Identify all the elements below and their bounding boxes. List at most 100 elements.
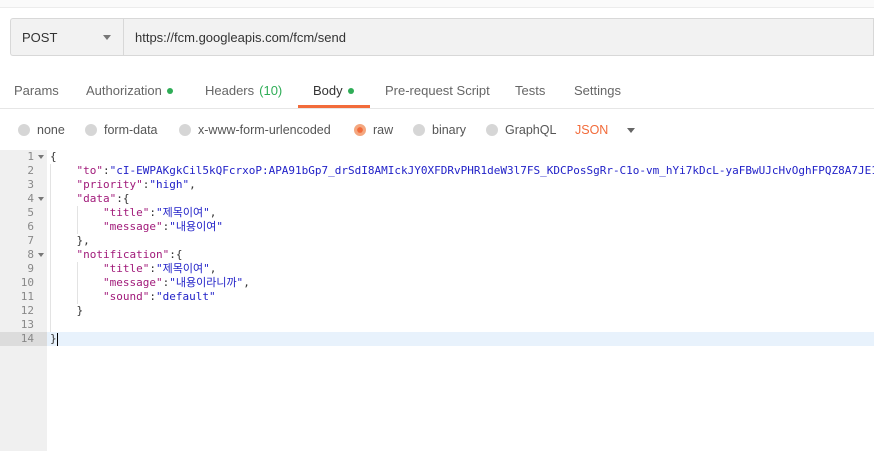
radio-form-data[interactable]: form-data [85,116,158,144]
code-text: "message":"내용이여" [102,220,223,233]
fold-caret-icon[interactable] [38,197,44,201]
line-number: 4 [0,192,47,206]
code-line: 4 "data":{ [0,192,874,206]
code-editor[interactable]: 1 { 2 "to":"cI-EWPAKgkCil5kQFcrxoP:APA91… [0,150,874,451]
radio-none[interactable]: none [18,116,65,144]
active-tab-indicator [298,105,370,108]
code-line: 6 "message":"내용이여" [0,220,874,234]
line-number: 7 [27,234,34,247]
body-type-options: none form-data x-www-form-urlencoded raw… [0,116,874,144]
text-cursor [57,333,58,346]
radio-icon [179,124,191,136]
tab-label: Params [14,83,59,98]
code-line: 11 "sound":"default" [0,290,874,304]
option-label: form-data [104,123,158,137]
top-strip [0,0,874,8]
radio-binary[interactable]: binary [413,116,466,144]
status-dot-icon [347,87,354,94]
json-value: "제목이여" [155,262,210,275]
json-key: "message" [102,220,163,233]
line-number: 11 [20,290,34,303]
status-dot-icon [166,87,173,94]
line-number: 3 [27,178,34,191]
tab-label: Body [313,83,343,98]
fold-caret-icon[interactable] [38,155,44,159]
tab-authorization[interactable]: Authorization [86,75,173,108]
json-key: "notification" [76,248,170,261]
radio-selected-icon [354,124,366,136]
code-line: 7 }, [0,234,874,248]
json-key: "sound" [102,290,150,303]
code-text: "title":"제목이여", [102,206,217,219]
option-label: x-www-form-urlencoded [198,123,331,137]
json-value: "high" [149,178,190,191]
json-key: "title" [102,262,150,275]
line-number: 12 [20,304,34,317]
radio-graphql[interactable]: GraphQL [486,116,556,144]
tab-label: Authorization [86,83,162,98]
tab-pre-request-script[interactable]: Pre-request Script [385,75,490,108]
tab-label: Tests [515,83,546,98]
radio-icon [85,124,97,136]
code-text: "priority":"high", [76,178,196,191]
line-number: 5 [27,206,34,219]
code-line: 9 "title":"제목이여", [0,262,874,276]
code-line: 2 "to":"cI-EWPAKgkCil5kQFcrxoP:APA91bGp7… [0,164,874,178]
code-text: } [76,304,84,317]
tab-label: Headers [205,83,255,98]
radio-raw[interactable]: raw [354,116,393,144]
line-number: 2 [27,164,34,177]
tab-settings[interactable]: Settings [574,75,621,108]
url-input[interactable]: https://fcm.googleapis.com/fcm/send [123,18,874,56]
line-number: 9 [27,262,34,275]
code-text: "data":{ [76,192,130,205]
code-line: 8 "notification":{ [0,248,874,262]
line-number: 14 [0,332,47,346]
code-line: 1 { [0,150,874,164]
code-text: "notification":{ [76,248,183,261]
json-key: "to" [76,164,104,177]
tab-label: Settings [574,83,621,98]
json-key: "message" [102,276,163,289]
option-label: none [37,123,65,137]
json-value: "제목이여" [155,206,210,219]
method-select[interactable]: POST [10,18,123,56]
radio-x-www-form-urlencoded[interactable]: x-www-form-urlencoded [179,116,331,144]
request-tabs: Params Authorization Headers (10) Body Pr… [0,75,874,109]
chevron-down-icon [103,34,111,40]
tab-label: Pre-request Script [385,83,490,98]
json-key: "priority" [76,178,143,191]
json-value: "내용이라니까" [169,276,244,289]
code-line: 10 "message":"내용이라니까", [0,276,874,290]
radio-icon [413,124,425,136]
tab-body[interactable]: Body [313,75,354,108]
line-number: 13 [20,318,34,331]
fold-caret-icon[interactable] [38,253,44,257]
line-number: 6 [27,220,34,233]
code-text: "sound":"default" [102,290,216,303]
url-text: https://fcm.googleapis.com/fcm/send [135,29,346,45]
chevron-down-icon [627,127,636,133]
tab-headers[interactable]: Headers (10) [205,75,282,108]
method-label: POST [22,29,58,45]
json-key: "title" [102,206,150,219]
code-text: }, [76,234,90,247]
code-line: 3 "priority":"high", [0,178,874,192]
headers-count: (10) [259,83,283,98]
code-line: 13 [0,318,874,332]
json-value: "default" [155,290,216,303]
option-label: GraphQL [505,123,557,137]
code-text: "to":"cI-EWPAKgkCil5kQFcrxoP:APA91bGp7_d… [50,164,874,178]
format-label: JSON [575,123,609,137]
tab-tests[interactable]: Tests [515,75,545,108]
code-text: { [50,150,57,163]
line-number: 8 [0,248,47,262]
format-select[interactable]: JSON [575,116,636,144]
tab-params[interactable]: Params [14,75,59,108]
option-label: binary [432,123,467,137]
code-text: "message":"내용이라니까", [102,276,250,289]
json-value: "내용이여" [169,220,223,233]
line-number: 1 [0,150,47,164]
radio-icon [486,124,498,136]
code-line: 12 } [0,304,874,318]
